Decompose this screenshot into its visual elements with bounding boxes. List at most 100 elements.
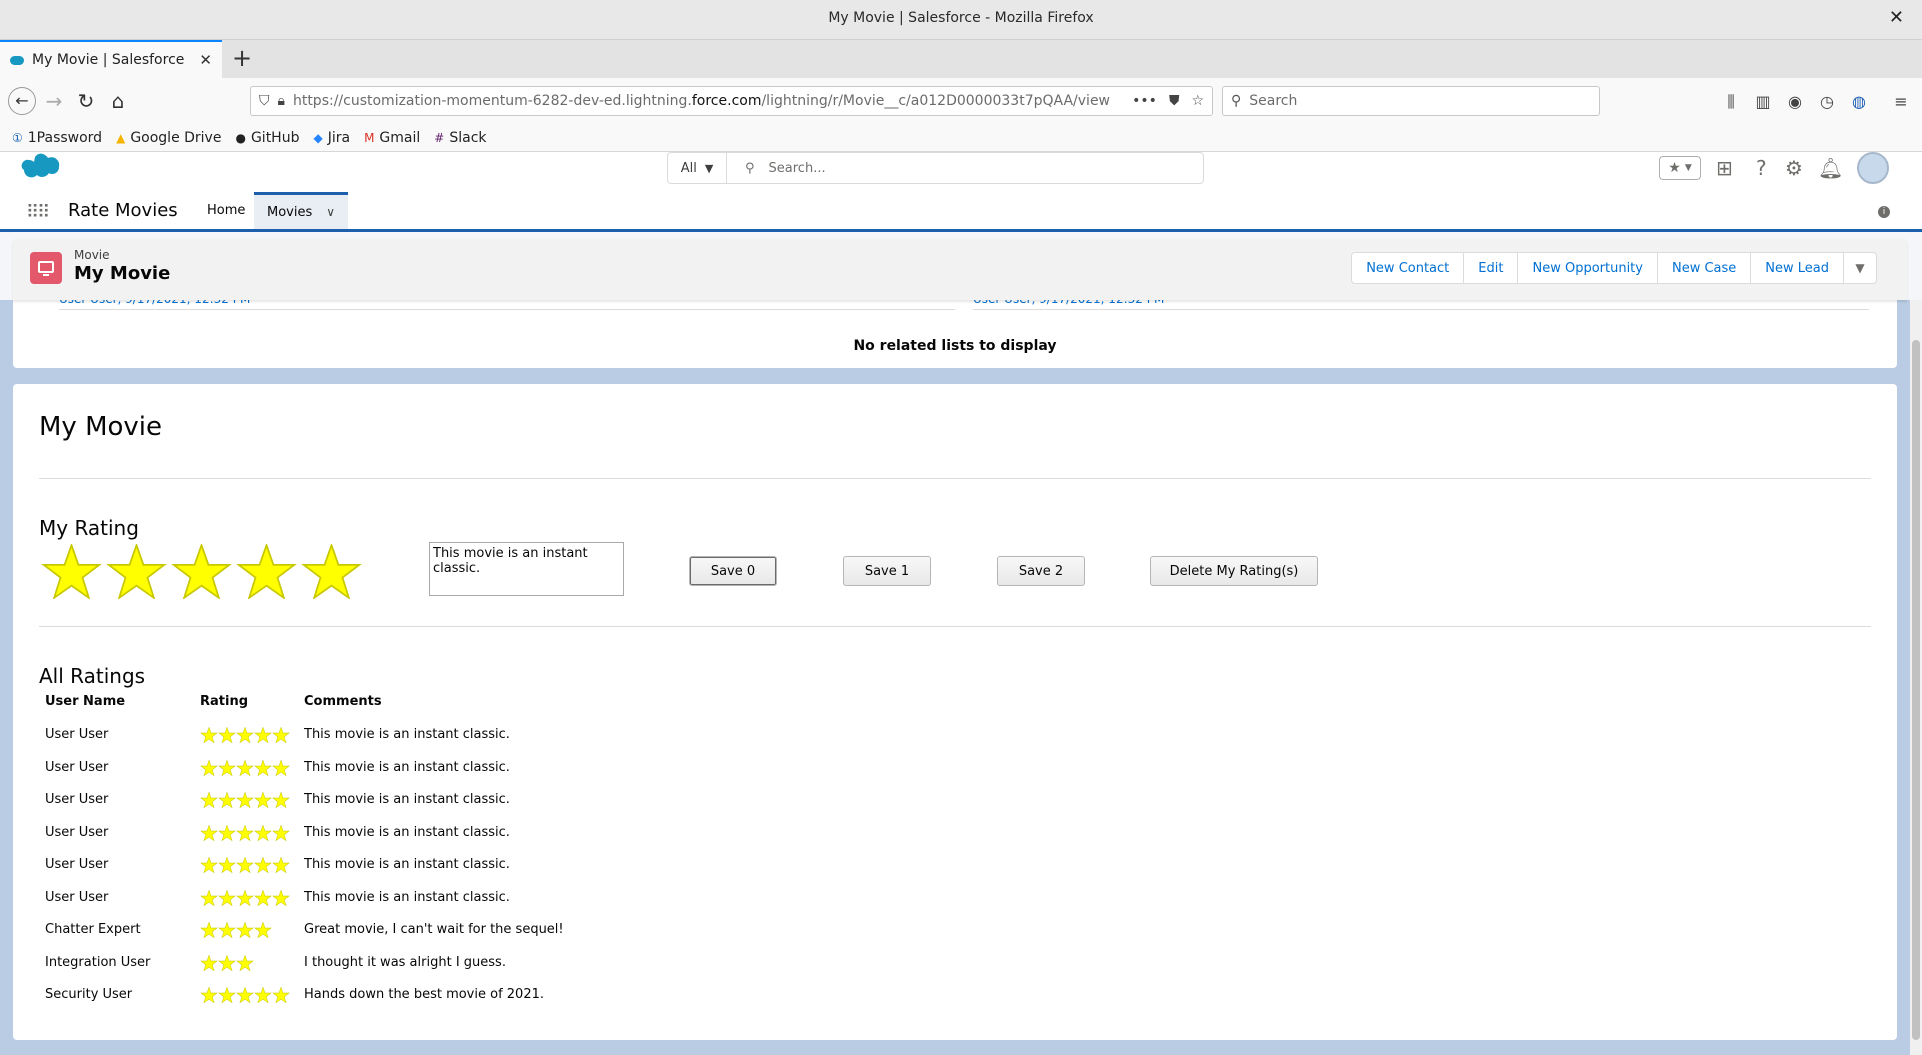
search-icon: ⚲ bbox=[1231, 93, 1242, 109]
new-tab-icon[interactable]: + bbox=[232, 44, 252, 72]
app-launcher-icon[interactable]: ⠿⠿ bbox=[26, 202, 50, 223]
window-close-icon[interactable]: ✕ bbox=[1889, 7, 1904, 28]
divider bbox=[39, 478, 1871, 479]
star-icon bbox=[254, 857, 272, 873]
bookmark-item[interactable]: ◆ Jira bbox=[313, 130, 350, 146]
rating-comment: This movie is an instant classic. bbox=[304, 759, 510, 775]
bookmark-item[interactable]: M Gmail bbox=[364, 130, 420, 146]
star-icon bbox=[236, 987, 254, 1003]
library-icon[interactable]: ⫼ bbox=[1720, 91, 1742, 113]
pocket-icon[interactable]: ⛊ bbox=[1169, 93, 1180, 109]
lock-icon[interactable]: 🔒︎ bbox=[278, 93, 285, 109]
new-lead-button[interactable]: New Lead bbox=[1751, 253, 1844, 283]
rating-row: User User This movie is an instant classi… bbox=[45, 857, 845, 877]
star-icon bbox=[254, 759, 272, 776]
bookmark-label: Slack bbox=[449, 129, 487, 146]
account-icon[interactable]: ◉ bbox=[1784, 91, 1806, 113]
star-icon bbox=[236, 889, 254, 906]
rating-star-icon bbox=[236, 544, 297, 599]
new-case-button[interactable]: New Case bbox=[1658, 253, 1752, 283]
slack-icon: # bbox=[434, 130, 445, 145]
edit-button[interactable]: Edit bbox=[1464, 253, 1519, 283]
save-1-button[interactable]: Save 1 bbox=[843, 556, 931, 586]
rating-user-name: User User bbox=[45, 824, 109, 840]
setup-gear-icon[interactable]: ⚙ bbox=[1785, 156, 1803, 180]
search-icon: ⚲ bbox=[745, 160, 755, 176]
comment-textarea[interactable]: This movie is an instant classic. bbox=[429, 542, 624, 596]
nav-tab-home[interactable]: Home bbox=[194, 192, 258, 229]
shield-icon[interactable]: ⛉ bbox=[259, 93, 270, 109]
rating-stars bbox=[200, 727, 290, 743]
star-icon bbox=[236, 857, 254, 873]
rating-row: Security User Hands down the best movie o… bbox=[45, 987, 845, 1007]
more-actions-icon[interactable]: ▼ bbox=[1844, 253, 1876, 283]
save-0-button[interactable]: Save 0 bbox=[689, 556, 777, 586]
global-actions-icon[interactable]: ⊞ bbox=[1716, 156, 1733, 180]
rating-user-name: User User bbox=[45, 727, 109, 742]
star-icon bbox=[200, 857, 218, 873]
back-icon[interactable]: ← bbox=[8, 87, 36, 115]
notifications-bell-icon[interactable]: 🔔︎ bbox=[1818, 156, 1843, 180]
favorites-button[interactable]: ★ ▼ bbox=[1659, 156, 1701, 180]
bookmark-item[interactable]: # Slack bbox=[434, 130, 486, 146]
history-icon[interactable]: ◷ bbox=[1816, 91, 1838, 113]
page-scrollbar[interactable] bbox=[1910, 300, 1922, 1055]
reload-icon[interactable]: ↻ bbox=[72, 87, 100, 115]
forward-icon[interactable]: → bbox=[40, 87, 68, 115]
info-icon[interactable]: i bbox=[1878, 206, 1890, 218]
browser-tab[interactable]: My Movie | Salesforce ✕ bbox=[0, 40, 222, 78]
delete-my-ratings-button[interactable]: Delete My Rating(s) bbox=[1150, 556, 1318, 586]
url-bar[interactable]: ⛉ 🔒︎ https://customization-momentum-6282… bbox=[250, 86, 1213, 116]
star-icon bbox=[218, 857, 236, 873]
star-icon bbox=[236, 922, 254, 938]
star-icon: ★ bbox=[1668, 160, 1681, 176]
salesforce-logo[interactable] bbox=[18, 152, 60, 182]
my-rating-stars[interactable] bbox=[39, 544, 364, 599]
url-text[interactable]: https://customization-momentum-6282-dev-… bbox=[293, 93, 1120, 109]
rating-stars bbox=[200, 824, 290, 841]
salesforce-global-header: All ▼ ⚲ Search... ★ ▼ ⊞ ? ⚙ 🔔︎ bbox=[0, 152, 1922, 192]
user-avatar[interactable] bbox=[1857, 152, 1889, 184]
scrollbar-thumb[interactable] bbox=[1912, 340, 1920, 1040]
browser-search-placeholder: Search bbox=[1249, 93, 1298, 109]
rating-star-icon bbox=[41, 544, 102, 599]
rating-user-name: Security User bbox=[45, 987, 133, 1002]
rating-user-name: User User bbox=[45, 857, 109, 872]
page-actions-icon[interactable]: ••• bbox=[1132, 93, 1157, 109]
tab-close-icon[interactable]: ✕ bbox=[199, 51, 212, 69]
star-icon bbox=[218, 889, 236, 906]
help-icon[interactable]: ? bbox=[1756, 156, 1767, 180]
rating-stars bbox=[200, 889, 290, 906]
browser-search-field[interactable]: ⚲ Search bbox=[1222, 86, 1600, 116]
menu-icon[interactable]: ≡ bbox=[1890, 91, 1912, 113]
search-scope-dropdown[interactable]: All ▼ bbox=[668, 153, 727, 183]
nav-tab-movies[interactable]: Movies ∨ bbox=[254, 192, 349, 229]
bookmark-item[interactable]: ● GitHub bbox=[235, 130, 299, 146]
bookmark-label: 1Password bbox=[27, 129, 103, 146]
new-contact-button[interactable]: New Contact bbox=[1352, 253, 1465, 283]
app-nav-bar: ⠿⠿ Rate Movies Home Movies ∨ i bbox=[0, 192, 1922, 232]
1password-extension-icon[interactable]: ◍ bbox=[1848, 91, 1870, 113]
star-icon bbox=[200, 987, 218, 1003]
movie-title: My Movie bbox=[39, 412, 163, 442]
gmail-icon: M bbox=[364, 130, 375, 145]
rating-stars bbox=[200, 922, 272, 938]
bookmark-star-icon[interactable]: ☆ bbox=[1191, 93, 1204, 109]
star-icon bbox=[200, 889, 218, 906]
star-icon bbox=[254, 792, 272, 808]
home-icon[interactable]: ⌂ bbox=[104, 87, 132, 115]
sidebar-icon[interactable]: ▥ bbox=[1752, 91, 1774, 113]
star-icon bbox=[200, 954, 218, 971]
global-search[interactable]: All ▼ ⚲ Search... bbox=[667, 152, 1204, 184]
save-2-button[interactable]: Save 2 bbox=[997, 556, 1085, 586]
global-search-input[interactable]: Search... bbox=[769, 161, 826, 176]
chevron-down-icon[interactable]: ∨ bbox=[326, 205, 335, 219]
1password-icon: ① bbox=[12, 130, 23, 145]
new-opportunity-button[interactable]: New Opportunity bbox=[1518, 253, 1658, 283]
rating-comment: This movie is an instant classic. bbox=[304, 889, 510, 905]
star-icon bbox=[272, 792, 290, 808]
bookmark-item[interactable]: ▲ Google Drive bbox=[116, 130, 221, 146]
movie-object-icon bbox=[30, 252, 62, 284]
star-icon bbox=[272, 987, 290, 1003]
bookmark-item[interactable]: ① 1Password bbox=[12, 130, 102, 146]
